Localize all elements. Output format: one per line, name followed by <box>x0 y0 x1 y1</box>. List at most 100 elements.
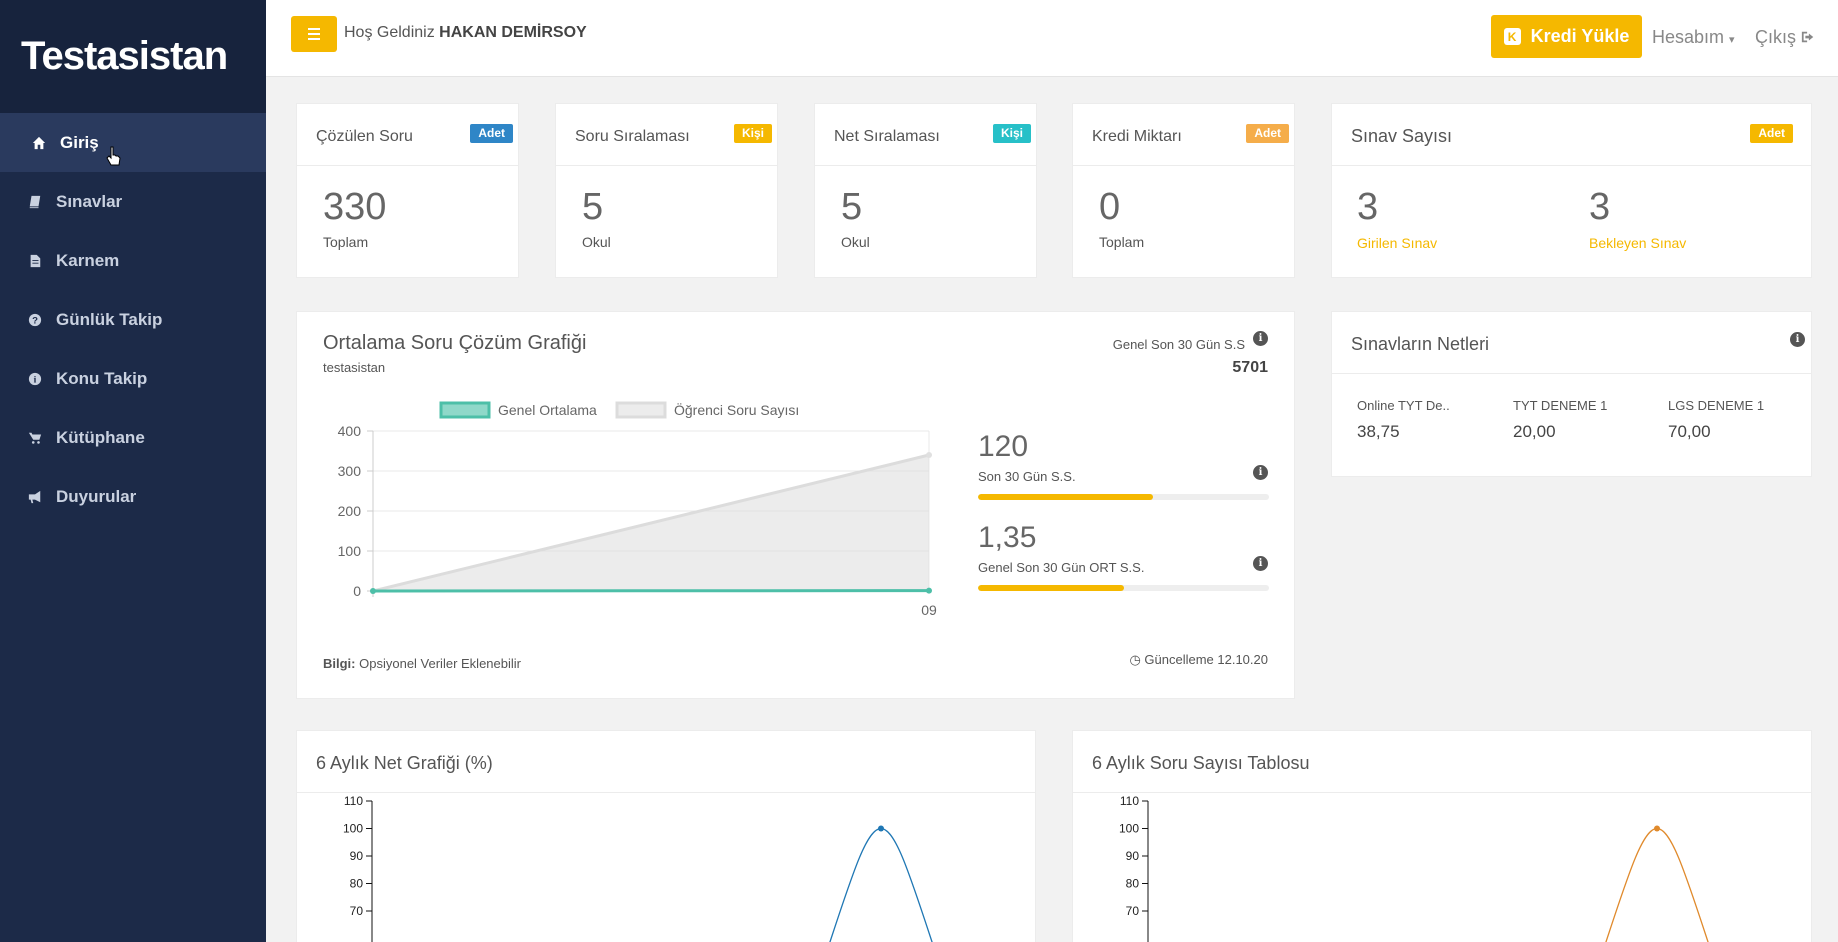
y-tick-label: 200 <box>338 503 362 519</box>
stat-label: Okul <box>582 234 611 250</box>
progress-fill <box>978 494 1153 500</box>
ortalama-soru-cozum-card: Ortalama Soru Çözüm Grafiği testasistan … <box>296 311 1295 699</box>
sidebar-item-label: Karnem <box>56 250 120 270</box>
card-title: Soru Sıralaması <box>575 128 690 145</box>
stat-card-kredi-miktari: Kredi Miktarı Adet 0 Toplam <box>1072 103 1295 278</box>
card-title: Net Sıralaması <box>834 128 940 145</box>
y-tick-label: 400 <box>338 423 362 439</box>
cart-icon <box>24 431 46 445</box>
net-item-name: TYT DENEME 1 <box>1513 398 1608 413</box>
y-tick-label: 100 <box>1119 822 1139 836</box>
legend-label: Genel Ortalama <box>498 402 597 418</box>
soru-sayisi-tablosu-card: 6 Aylık Soru Sayısı Tablosu 70 80 90 100 110 <box>1072 730 1812 942</box>
card-title: Sınav Sayısı <box>1351 126 1453 146</box>
data-point <box>370 588 376 594</box>
stat-label: Okul <box>841 234 870 250</box>
sidebar-item-giris[interactable]: Giriş <box>0 113 266 172</box>
user-name: HAKAN DEMİRSOY <box>439 24 587 41</box>
clock-icon: ◷ <box>1129 652 1141 667</box>
sidebar-item-label: Konu Takip <box>56 368 148 388</box>
sinavlarin-netleri-card: Sınavların Netleri i Online TYT De.. 38,… <box>1331 311 1812 477</box>
net-item-name: LGS DENEME 1 <box>1668 398 1765 413</box>
cursor-icon <box>106 146 121 166</box>
info-icon: i <box>24 372 46 386</box>
stat-value: 0 <box>1099 186 1121 228</box>
sidebar-item-gunluk-takip[interactable]: ? Günlük Takip <box>0 290 266 349</box>
genel-ort-value: 1,35 <box>978 521 1037 554</box>
data-point <box>878 825 884 832</box>
sidebar-item-label: Duyurular <box>56 486 137 506</box>
net-grafigi-card: 6 Aylık Net Grafiği (%) 70 80 90 100 110 <box>296 730 1036 942</box>
card-title: 6 Aylık Soru Sayısı Tablosu <box>1092 753 1310 773</box>
svg-text:i: i <box>34 374 37 385</box>
menu-toggle-button[interactable] <box>291 16 337 52</box>
y-tick-label: 80 <box>1126 877 1140 891</box>
sidebar-item-label: Giriş <box>60 132 99 152</box>
data-point <box>926 587 932 594</box>
home-icon <box>28 136 50 150</box>
y-tick-label: 100 <box>343 822 363 836</box>
net-grafigi-chart: 70 80 90 100 110 <box>343 794 933 942</box>
girilen-sinav-value: 3 <box>1357 186 1379 228</box>
stat-label: Toplam <box>323 234 369 250</box>
sidebar-item-duyurular[interactable]: Duyurular <box>0 467 266 526</box>
account-dropdown[interactable]: Hesabım ▾ <box>1652 27 1735 48</box>
y-tick-label: 110 <box>344 794 363 808</box>
badge: Adet <box>1246 124 1289 143</box>
kredi-yukle-button[interactable]: K Kredi Yükle <box>1491 15 1642 58</box>
book-icon <box>24 195 46 209</box>
card-title: 6 Aylık Net Grafiği (%) <box>316 753 493 773</box>
badge: Kişi <box>733 124 772 143</box>
caret-down-icon: ▾ <box>1729 34 1735 46</box>
card-title: Çözülen Soru <box>316 128 413 145</box>
y-tick-label: 70 <box>1126 904 1140 918</box>
stat-value: 5 <box>582 186 604 228</box>
logout-link[interactable]: Çıkış <box>1755 27 1815 48</box>
progress-fill <box>978 585 1124 591</box>
series-line <box>1605 827 1709 942</box>
stat-value: 330 <box>323 186 387 228</box>
net-item-value: 70,00 <box>1668 422 1711 441</box>
sidebar-item-kutuphane[interactable]: Kütüphane <box>0 408 266 467</box>
sidebar-item-label: Kütüphane <box>56 427 145 447</box>
sidebar-item-konu-takip[interactable]: i Konu Takip <box>0 349 266 408</box>
legend-swatch <box>439 401 491 419</box>
y-tick-label: 90 <box>350 849 364 863</box>
info-icon[interactable]: i <box>1253 556 1268 571</box>
question-icon: ? <box>24 313 46 327</box>
sidebar-item-sinavlar[interactable]: Sınavlar <box>0 172 266 231</box>
bekleyen-sinav-value: 3 <box>1589 186 1611 228</box>
bekleyen-sinav-label: Bekleyen Sınav <box>1589 235 1687 251</box>
genel-ort-label: Genel Son 30 Gün ORT S.S. <box>978 560 1145 575</box>
y-tick-label: 90 <box>1126 849 1140 863</box>
sign-out-icon <box>1801 31 1814 43</box>
net-item-value: 38,75 <box>1357 422 1400 441</box>
y-tick-label: 70 <box>350 904 364 918</box>
son-30-gun-value: 120 <box>978 430 1029 463</box>
card-title: Kredi Miktarı <box>1092 128 1182 145</box>
welcome-text: Hoş Geldiniz HAKAN DEMİRSOY <box>344 24 587 41</box>
net-item-value: 20,00 <box>1513 422 1556 441</box>
sidebar-item-label: Sınavlar <box>56 191 123 211</box>
bullhorn-icon <box>24 490 46 504</box>
girilen-sinav-label: Girilen Sınav <box>1357 235 1438 251</box>
file-icon <box>24 254 46 268</box>
guncelleme-text: ◷ Güncelleme 12.10.20 <box>1129 652 1268 667</box>
y-tick-label: 80 <box>350 877 364 891</box>
topbar: Hoş Geldiniz HAKAN DEMİRSOY K Kredi Yükl… <box>266 0 1838 77</box>
data-point <box>926 452 932 458</box>
sidebar-item-karnem[interactable]: Karnem <box>0 231 266 290</box>
series-line <box>829 827 933 942</box>
stat-card-soru-siralamasi: Soru Sıralaması Kişi 5 Okul <box>555 103 778 278</box>
stat-card-cozulen-soru: Çözülen Soru Adet 330 Toplam <box>296 103 519 278</box>
stat-label: Toplam <box>1099 234 1145 250</box>
x-tick-label: 09 <box>921 602 937 618</box>
badge: Adet <box>470 124 513 143</box>
son-30-gun-progress <box>978 494 1269 500</box>
info-icon[interactable]: i <box>1253 465 1268 480</box>
badge: Adet <box>1750 124 1793 143</box>
sidebar-item-label: Günlük Takip <box>56 309 163 329</box>
logo[interactable]: Testasistan <box>0 0 266 113</box>
y-tick-label: 300 <box>338 463 362 479</box>
info-icon[interactable]: i <box>1790 332 1805 347</box>
